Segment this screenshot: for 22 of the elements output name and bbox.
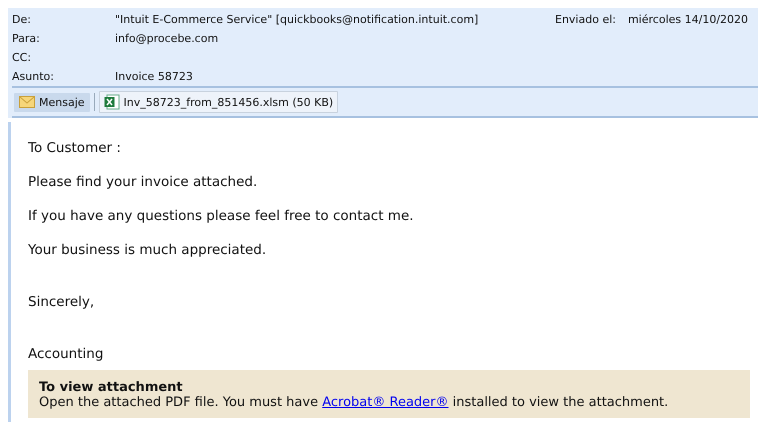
- field-label: Enviado el:: [555, 13, 616, 26]
- field-value: miércoles 14/10/2020: [628, 13, 748, 26]
- envelope-icon: [19, 96, 35, 108]
- body-paragraph: Your business is much appreciated.: [28, 242, 268, 258]
- message-tab[interactable]: Mensaje: [14, 92, 90, 112]
- field-value: "Intuit E-Commerce Service" [quickbooks@notification.intuit.com]: [115, 13, 478, 26]
- field-value: info@procebe.com: [115, 32, 218, 45]
- body-paragraph: Sincerely,: [28, 294, 96, 310]
- field-value: Invoice 58723: [115, 70, 193, 83]
- body-paragraph: To Customer :: [28, 140, 122, 156]
- field-label: CC:: [12, 51, 32, 64]
- attachment-tab[interactable]: Inv_58723_from_851456.xlsm (50 KB): [98, 91, 338, 113]
- field-label: De:: [12, 13, 32, 26]
- field-label: Asunto:: [12, 70, 55, 83]
- field-label: Para:: [12, 32, 41, 45]
- notice-title: To view attachment: [39, 380, 184, 395]
- notice-text: Open the attached PDF file. You must have Acrobat® Reader® installed to view the attachment.: [39, 395, 670, 410]
- body-paragraph: Accounting: [28, 346, 104, 362]
- spreadsheet-icon: [104, 94, 120, 110]
- body-paragraph: If you have any questions please feel free to contact me.: [28, 208, 415, 224]
- reader-link[interactable]: Acrobat® Reader®: [322, 395, 448, 410]
- body-paragraph: Please find your invoice attached.: [28, 174, 258, 190]
